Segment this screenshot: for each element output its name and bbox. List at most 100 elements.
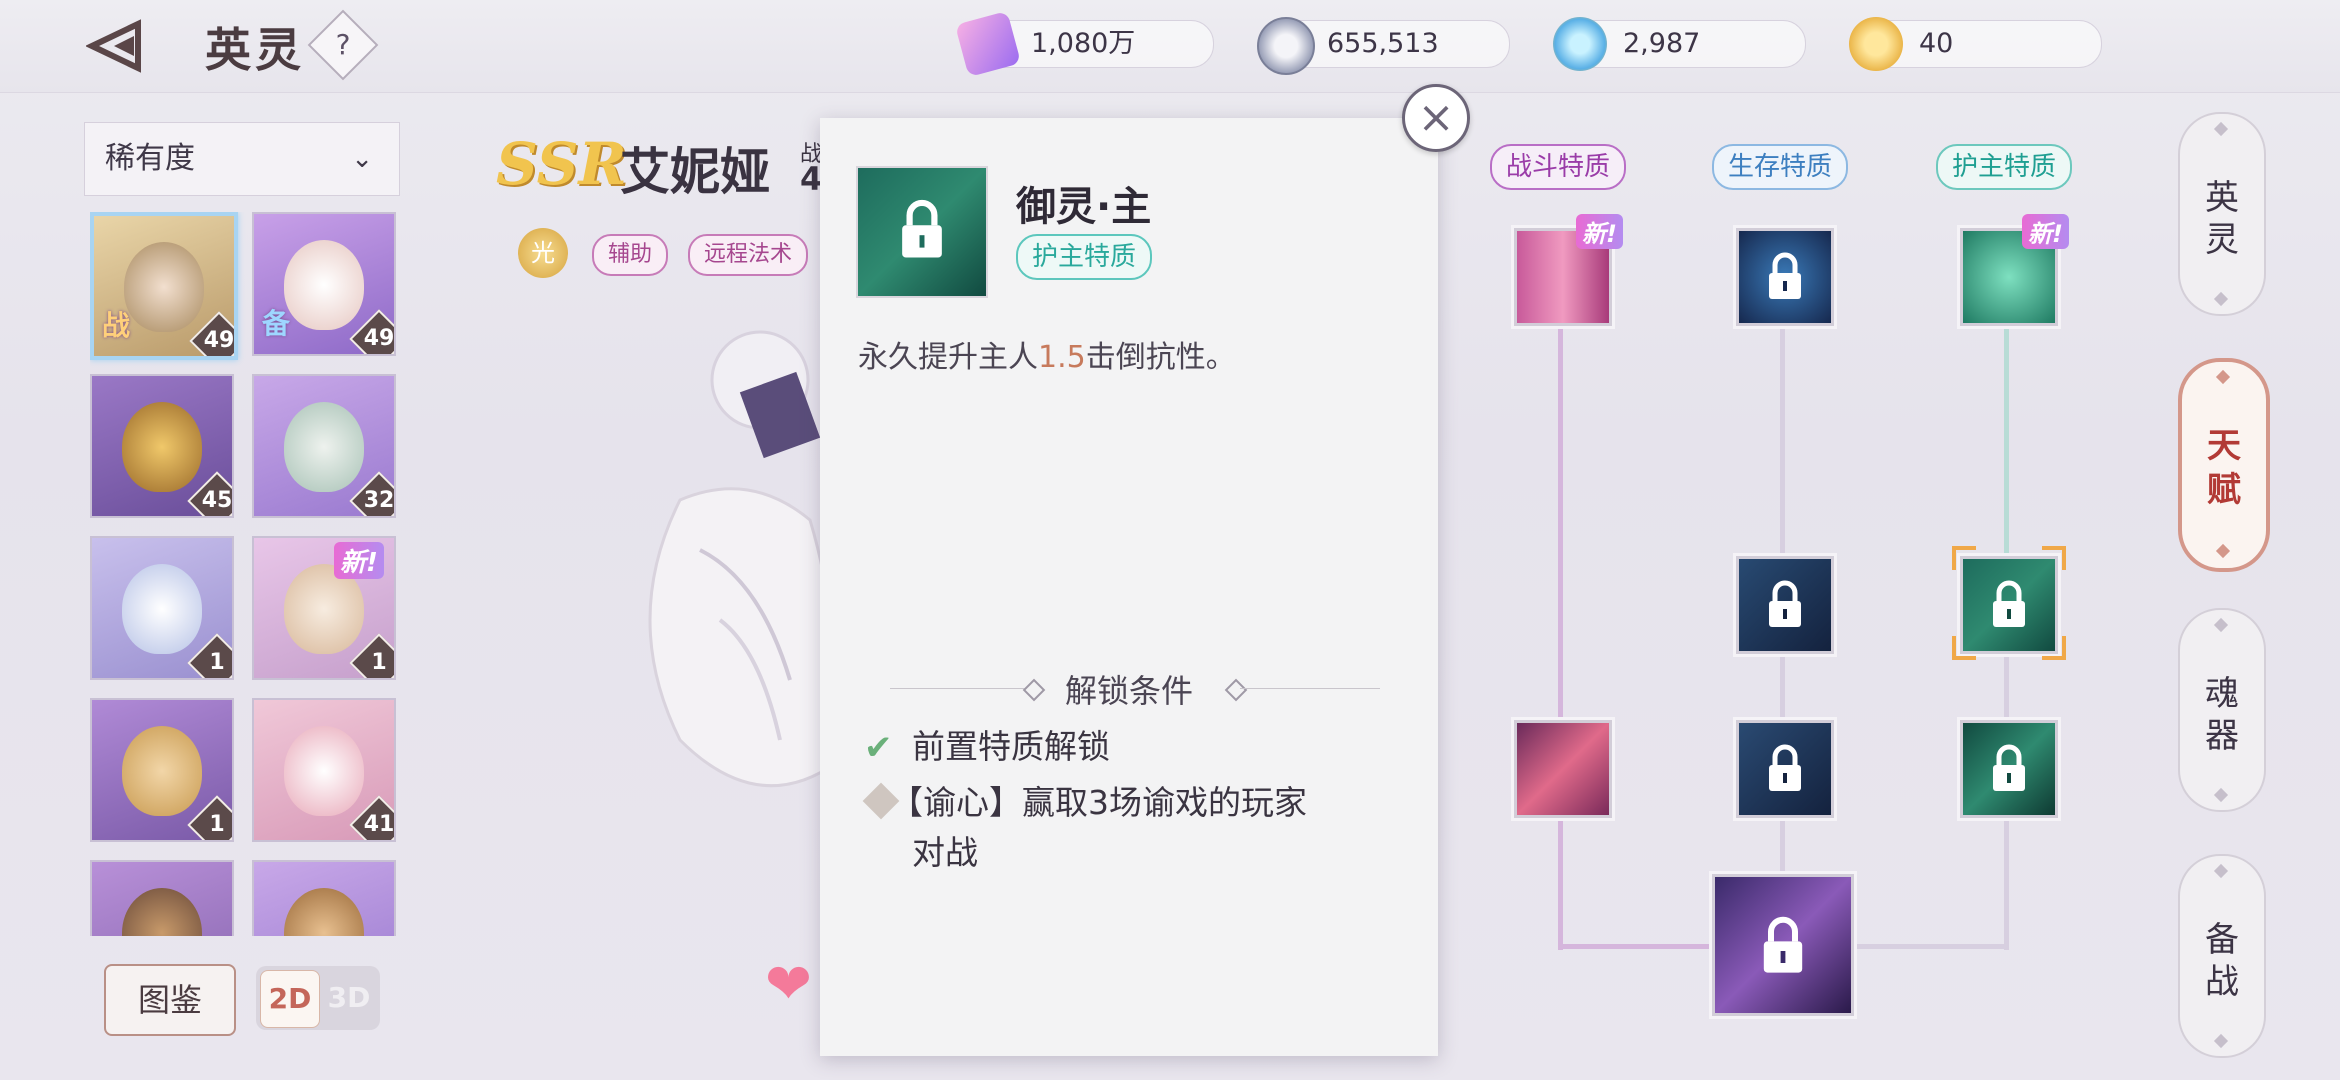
help-icon: ? xyxy=(335,28,351,61)
talent-node-survival-3[interactable] xyxy=(1736,720,1834,818)
back-arrow-icon xyxy=(85,19,141,73)
view-toggle[interactable]: 2D 3D xyxy=(256,966,380,1030)
hero-card[interactable]: 备 49 xyxy=(252,212,396,356)
codex-button[interactable]: 图鉴 xyxy=(104,964,236,1036)
talent-icon xyxy=(856,166,988,298)
resource-value: 2,987 xyxy=(1623,28,1701,59)
tree-line xyxy=(1558,810,1563,950)
lock-icon xyxy=(1993,744,2025,791)
nav-prepare[interactable]: 备 战 xyxy=(2178,854,2266,1058)
silver-coin-icon xyxy=(1257,17,1315,75)
new-badge: 新! xyxy=(2022,214,2069,249)
back-button[interactable] xyxy=(85,16,158,76)
hero-card[interactable]: 41 xyxy=(252,698,396,842)
lock-icon xyxy=(902,199,942,258)
nav-talent[interactable]: 天 赋 xyxy=(2178,358,2270,572)
tree-header-survival: 生存特质 xyxy=(1712,144,1849,190)
element-light-icon: 光 xyxy=(518,228,568,278)
talent-node-guard-3[interactable] xyxy=(1960,720,2058,818)
hero-card[interactable]: 32 xyxy=(252,374,396,518)
hero-card[interactable] xyxy=(90,860,234,936)
level-badge: 1 xyxy=(187,633,232,678)
hero-portrait xyxy=(284,240,364,330)
hero-card[interactable]: 1 xyxy=(90,536,234,680)
chevron-down-icon: ⌄ xyxy=(351,144,373,174)
nav-label: 魂 xyxy=(2205,674,2239,714)
hero-portrait xyxy=(122,564,202,654)
tree-line xyxy=(1780,810,1785,874)
nav-label: 战 xyxy=(2205,962,2239,1002)
close-icon: × xyxy=(1417,92,1455,143)
hero-portrait xyxy=(284,402,364,492)
top-bar: 英灵 ? 1,080万 655,513 2,987 40 xyxy=(0,0,2340,93)
hero-name: 艾妮娅 xyxy=(620,142,770,201)
rarity-filter-dropdown[interactable]: 稀有度 ⌄ xyxy=(84,122,400,196)
diamond-icon xyxy=(2213,121,2229,137)
hero-tag: 辅助 xyxy=(592,234,669,276)
talent-node-combat-3[interactable] xyxy=(1514,720,1612,818)
page-title: 英灵 xyxy=(205,23,305,77)
resource-gold[interactable]: 40 xyxy=(1849,17,2102,71)
talent-description: 永久提升主人1.5击倒抗性。 xyxy=(858,340,1236,375)
rarity-badge: SSR xyxy=(496,130,627,198)
resource-silver[interactable]: 655,513 xyxy=(1257,17,1510,75)
hero-portrait xyxy=(122,888,202,936)
nav-label: 英 xyxy=(2205,178,2239,218)
hero-card[interactable]: 战 49 xyxy=(90,212,238,360)
resource-value: 1,080万 xyxy=(1031,28,1136,59)
tree-line xyxy=(1558,944,1714,949)
nav-label: 天 xyxy=(2207,426,2241,466)
talent-node-ultimate[interactable] xyxy=(1712,874,1854,1016)
tree-line xyxy=(1780,320,1785,556)
unlock-conditions-title: 解锁条件 xyxy=(1064,672,1193,710)
hero-portrait xyxy=(284,726,364,816)
tree-header-combat: 战斗特质 xyxy=(1490,144,1627,190)
nav-label: 灵 xyxy=(2205,220,2239,260)
nav-soul-artifact[interactable]: 魂 器 xyxy=(2178,608,2266,812)
level-badge: 49 xyxy=(189,311,234,356)
unlock-condition: 前置特质解锁 xyxy=(912,727,1110,766)
tree-line xyxy=(1856,944,2009,949)
close-button[interactable]: × xyxy=(1402,84,1470,152)
diamond-icon xyxy=(2213,617,2229,633)
hero-card[interactable]: 1 xyxy=(90,698,234,842)
hero-card[interactable]: 新! 1 xyxy=(252,536,396,680)
lock-icon xyxy=(1993,580,2025,627)
help-button[interactable]: ? xyxy=(307,9,379,81)
gold-token-icon xyxy=(1849,17,1903,71)
toggle-3d[interactable]: 3D xyxy=(322,970,376,1026)
nav-hero[interactable]: 英 灵 xyxy=(2178,112,2266,316)
tree-line xyxy=(2004,320,2009,556)
divider xyxy=(1240,688,1380,689)
talent-title: 御灵·主 xyxy=(1016,184,1152,230)
resource-value: 40 xyxy=(1919,28,1954,59)
resource-ticket[interactable]: 1,080万 xyxy=(954,10,1214,78)
toggle-2d[interactable]: 2D xyxy=(260,970,320,1028)
tree-line xyxy=(1780,646,1785,720)
hero-grid: 战 49 备 49 45 32 1 新! 1 1 41 xyxy=(90,212,410,936)
resource-value: 655,513 xyxy=(1327,28,1439,59)
hero-card[interactable]: 45 xyxy=(90,374,234,518)
diamond-icon xyxy=(2213,787,2229,803)
diamond-coin-icon xyxy=(1553,17,1607,71)
diamond-icon xyxy=(2213,291,2229,307)
heart-icon[interactable]: ❤ xyxy=(765,952,812,1017)
lock-icon xyxy=(1763,916,1803,973)
hero-card[interactable] xyxy=(252,860,396,936)
unlock-condition-cont: 对战 xyxy=(912,833,978,872)
nav-label: 器 xyxy=(2205,716,2239,756)
talent-node-survival-2[interactable] xyxy=(1736,556,1834,654)
diamond-icon xyxy=(2215,543,2231,559)
level-badge: 1 xyxy=(349,633,394,678)
hero-role-tag: 备 xyxy=(262,307,291,340)
diamond-icon xyxy=(2213,1033,2229,1049)
resource-diamond[interactable]: 2,987 xyxy=(1553,17,1806,71)
hero-portrait xyxy=(284,888,364,936)
hero-portrait xyxy=(122,402,202,492)
talent-node-survival-1[interactable] xyxy=(1736,228,1834,326)
hero-role-tag: 战 xyxy=(102,309,131,342)
selection-corner xyxy=(1952,546,1976,570)
rarity-filter-label: 稀有度 xyxy=(105,141,195,176)
hero-portrait xyxy=(124,242,204,332)
hero-portrait xyxy=(122,726,202,816)
